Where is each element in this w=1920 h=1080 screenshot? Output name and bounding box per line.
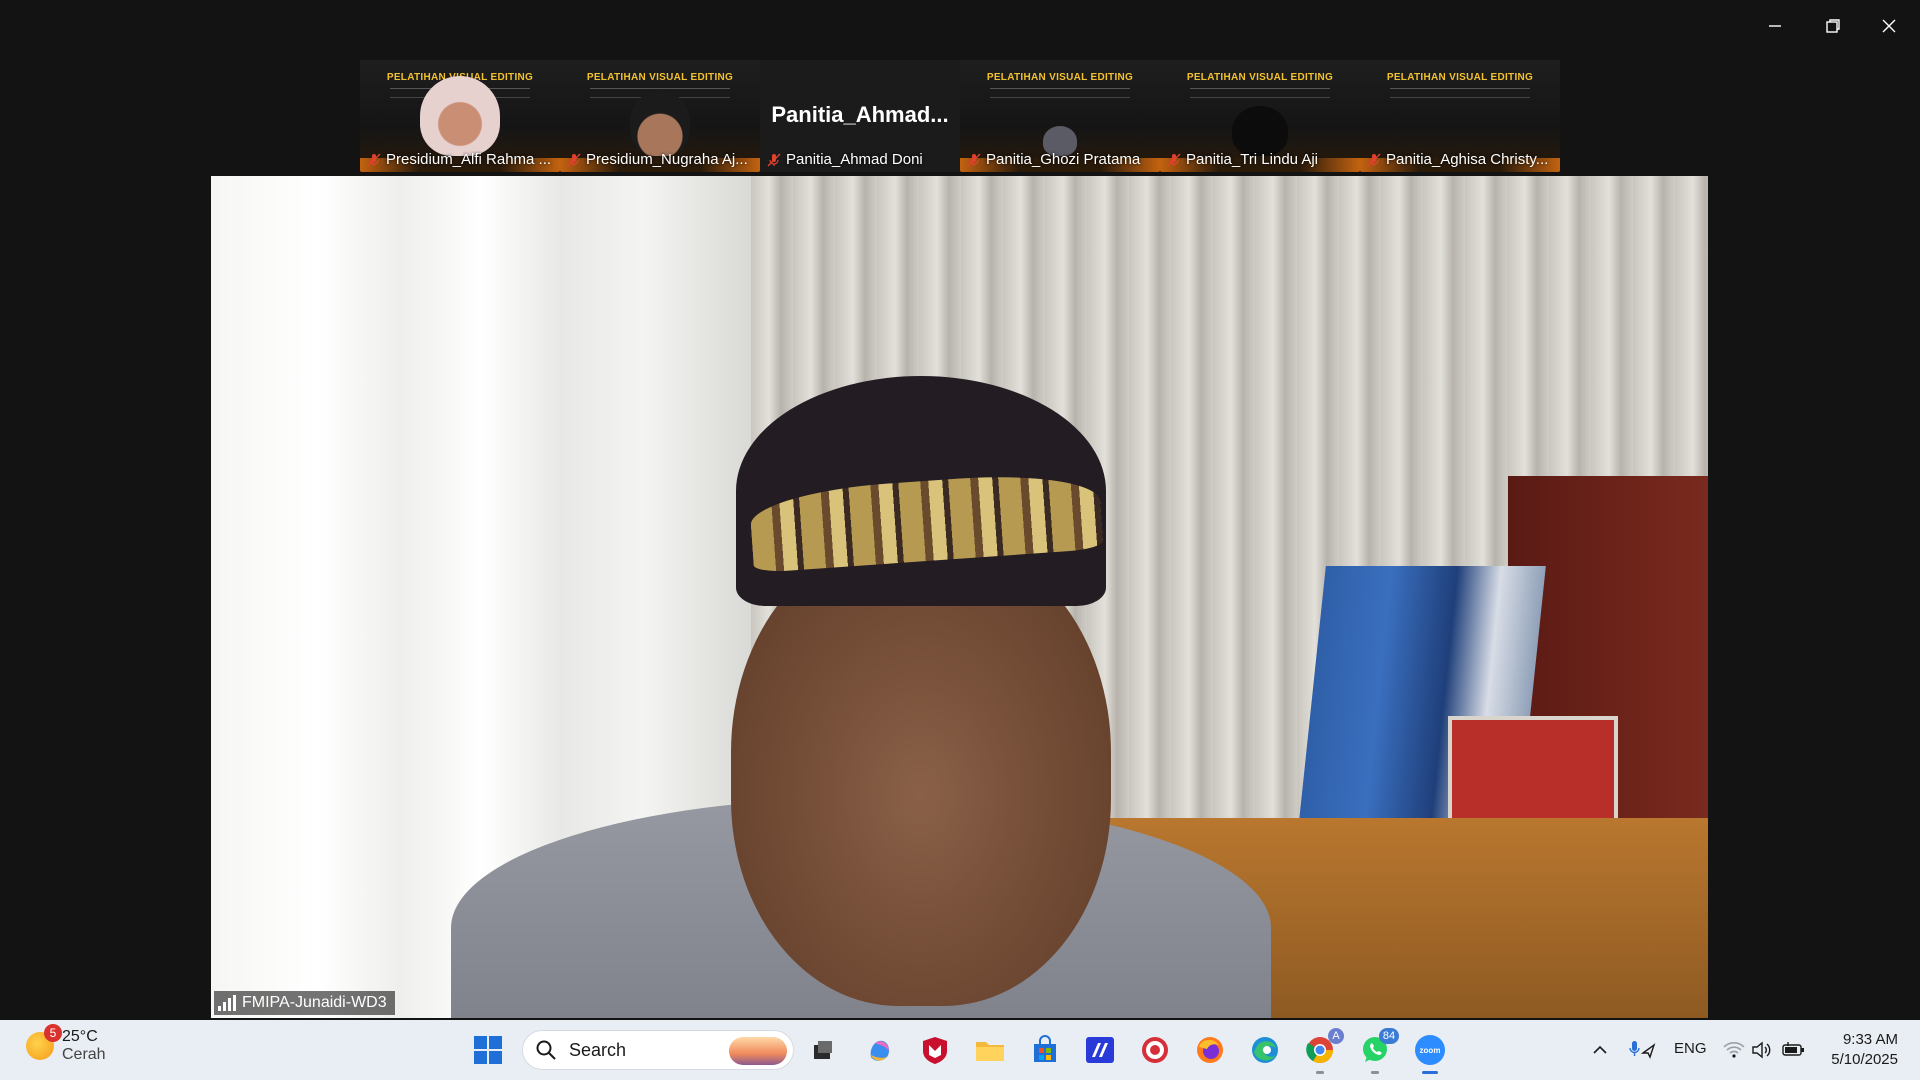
- weather-condition: Cerah: [62, 1046, 106, 1063]
- edge-icon: [1252, 1037, 1278, 1063]
- volume-button[interactable]: [1744, 1032, 1780, 1068]
- taskbar-app-whatsapp[interactable]: 84: [1357, 1028, 1399, 1074]
- taskbar-app-chrome[interactable]: A: [1302, 1028, 1344, 1074]
- chevron-up-icon: [1593, 1045, 1607, 1054]
- battery-icon: [1782, 1042, 1804, 1056]
- participant-name-label: Panitia_Ahmad Doni: [766, 151, 956, 168]
- windows-taskbar: 5 25°C Cerah Search A 84 zoom ENG 9:33 A…: [0, 1020, 1920, 1080]
- search-highlight-image: [729, 1037, 787, 1065]
- battery-button[interactable]: [1776, 1032, 1812, 1068]
- target-icon: [1142, 1037, 1168, 1063]
- chrome-profile-badge: A: [1328, 1028, 1344, 1044]
- taskbar-app-file-explorer[interactable]: [972, 1032, 1008, 1068]
- participant-video: [420, 76, 500, 156]
- svg-text:zoom: zoom: [1420, 1046, 1441, 1055]
- speaker-name: FMIPA-Junaidi-WD3: [242, 994, 387, 1011]
- speaker-face: [731, 536, 1111, 1006]
- active-speaker-video[interactable]: FMIPA-Junaidi-WD3: [211, 176, 1708, 1018]
- close-icon: [1882, 19, 1896, 33]
- participant-name: Presidium_Alfi Rahma ...: [386, 151, 552, 168]
- participant-name-label: Panitia_Aghisa Christy...: [1366, 151, 1556, 168]
- participant-gallery: PELATIHAN VISUAL EDITING Presidium_Alfi …: [360, 60, 1560, 172]
- microphone-location-indicator[interactable]: [1624, 1032, 1660, 1068]
- taskbar-app-copilot[interactable]: [862, 1032, 898, 1068]
- app-icon: [1086, 1037, 1114, 1063]
- minimize-button[interactable]: [1752, 6, 1798, 46]
- taskbar-app-edge[interactable]: [1247, 1032, 1283, 1068]
- start-button[interactable]: [470, 1032, 506, 1068]
- speaker-name-label: FMIPA-Junaidi-WD3: [214, 991, 395, 1015]
- clock-date: 5/10/2025: [1831, 1051, 1898, 1068]
- zoom-icon: zoom: [1415, 1035, 1445, 1065]
- participant-video: [630, 90, 690, 156]
- search-icon: [536, 1040, 556, 1060]
- whatsapp-unread-badge: 84: [1379, 1028, 1399, 1044]
- minimize-icon: [1769, 25, 1781, 27]
- taskbar-search[interactable]: Search: [522, 1030, 794, 1070]
- banner-title: PELATIHAN VISUAL EDITING: [586, 72, 734, 83]
- participant-name-label: Presidium_Alfi Rahma ...: [366, 151, 556, 168]
- mic-muted-icon: [1167, 153, 1181, 166]
- speaker-icon: [1752, 1041, 1771, 1059]
- taskbar-clock[interactable]: 9:33 AM 5/10/2025: [1831, 1030, 1898, 1070]
- windows-logo-icon: [474, 1036, 502, 1064]
- taskbar-app-target[interactable]: [1137, 1032, 1173, 1068]
- wifi-icon: [1723, 1042, 1745, 1058]
- firefox-icon: [1197, 1037, 1223, 1063]
- language-indicator[interactable]: ENG: [1674, 1040, 1707, 1057]
- weather-widget[interactable]: 5 25°C Cerah: [26, 1024, 106, 1064]
- copilot-icon: [870, 1040, 890, 1061]
- zoom-meeting-window: PELATIHAN VISUAL EDITING Presidium_Alfi …: [0, 0, 1920, 1080]
- microphone-icon: [1629, 1041, 1656, 1059]
- close-button[interactable]: [1866, 6, 1912, 46]
- participant-tile[interactable]: PELATIHAN VISUAL EDITING Presidium_Alfi …: [360, 60, 560, 172]
- mic-muted-icon: [367, 153, 381, 166]
- participant-tile[interactable]: PELATIHAN VISUAL EDITING Panitia_Aghisa …: [1360, 60, 1560, 172]
- mic-muted-icon: [567, 153, 581, 166]
- banner-title: PELATIHAN VISUAL EDITING: [986, 72, 1134, 83]
- show-hidden-icons-button[interactable]: [1582, 1032, 1618, 1068]
- participant-name-label: Presidium_Nugraha Aj...: [566, 151, 756, 168]
- mic-muted-icon: [1367, 153, 1381, 166]
- participant-name: Panitia_Tri Lindu Aji: [1186, 151, 1319, 168]
- shield-icon: [923, 1037, 947, 1064]
- taskbar-app-microsoft-store[interactable]: [1027, 1032, 1063, 1068]
- banner-title: PELATIHAN VISUAL EDITING: [1386, 72, 1534, 83]
- folder-icon: [976, 1042, 1004, 1061]
- participant-name-label: Panitia_Tri Lindu Aji: [1166, 151, 1356, 168]
- mic-muted-icon: [767, 153, 781, 166]
- taskbar-app-mcafee[interactable]: [917, 1032, 953, 1068]
- taskbar-app-firefox[interactable]: [1192, 1032, 1228, 1068]
- participant-tile[interactable]: PELATIHAN VISUAL EDITING Presidium_Nugra…: [560, 60, 760, 172]
- participant-tile[interactable]: PELATIHAN VISUAL EDITING Panitia_Tri Lin…: [1160, 60, 1360, 172]
- signal-strength-icon: [218, 995, 236, 1011]
- participant-name: Panitia_Ahmad Doni: [786, 151, 923, 168]
- mic-muted-icon: [967, 153, 981, 166]
- weather-sun-icon: 5: [26, 1024, 62, 1060]
- search-placeholder: Search: [569, 1039, 627, 1060]
- participant-name: Panitia_Ghozi Pratama: [986, 151, 1141, 168]
- store-icon: [1034, 1035, 1056, 1062]
- weather-badge: 5: [44, 1024, 62, 1042]
- participant-display-name: Panitia_Ahmad...: [771, 102, 949, 127]
- participant-name-label: Panitia_Ghozi Pratama: [966, 151, 1156, 168]
- restore-button[interactable]: [1810, 6, 1856, 46]
- taskbar-app-zoom[interactable]: zoom: [1412, 1032, 1448, 1074]
- participant-video: [1232, 106, 1288, 156]
- taskbar-app-blue[interactable]: [1082, 1032, 1118, 1068]
- restore-icon: [1826, 19, 1840, 33]
- banner-title: PELATIHAN VISUAL EDITING: [1186, 72, 1334, 83]
- participant-tile[interactable]: PELATIHAN VISUAL EDITING Panitia_Ghozi P…: [960, 60, 1160, 172]
- participant-name: Presidium_Nugraha Aj...: [586, 151, 748, 168]
- taskbar-app-task-view[interactable]: [805, 1032, 841, 1068]
- weather-temperature: 25°C: [62, 1028, 98, 1045]
- clock-time: 9:33 AM: [1842, 1031, 1898, 1048]
- participant-name: Panitia_Aghisa Christy...: [1386, 151, 1549, 168]
- task-view-icon: [814, 1041, 832, 1059]
- participant-tile[interactable]: Panitia_Ahmad... Panitia_Ahmad Doni: [760, 60, 960, 172]
